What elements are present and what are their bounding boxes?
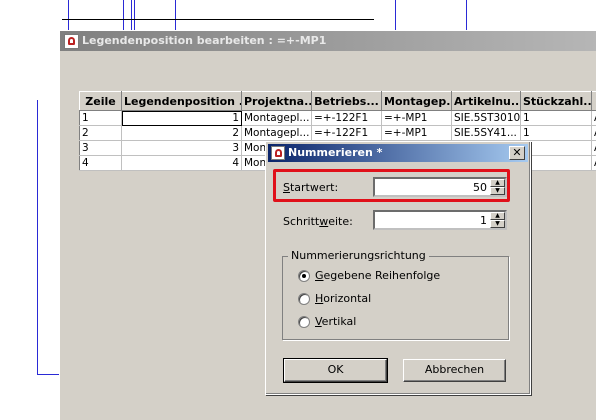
- table-header-row: Zeile Legendenposition ... Projektna... …: [80, 92, 596, 111]
- schrittweite-spinner[interactable]: ▲ ▼: [490, 212, 505, 228]
- table-cell[interactable]: Montagepl...: [242, 126, 312, 141]
- table-cell[interactable]: A: [592, 141, 596, 156]
- main-titlebar: Legendenposition bearbeiten : =+-MP1: [60, 31, 596, 51]
- schrittweite-label: Schrittweite:: [283, 215, 353, 228]
- table-cell[interactable]: 2: [80, 126, 122, 141]
- spin-up-icon[interactable]: ▲: [490, 212, 505, 220]
- radio-label[interactable]: Horizontal: [315, 292, 371, 305]
- radio-horizontal[interactable]: [298, 293, 310, 305]
- radio-label[interactable]: Vertikal: [315, 315, 356, 328]
- highlight-box: [273, 169, 510, 202]
- table-row[interactable]: 1 1 Montagepl... =+-122F1 =+-MP1 SIE.5ST…: [80, 111, 596, 126]
- dialog-title: Nummerieren *: [288, 146, 382, 159]
- table-cell[interactable]: =+-122F1: [312, 126, 382, 141]
- spin-down-icon[interactable]: ▼: [490, 220, 505, 228]
- table-cell[interactable]: SIE.5ST3010: [452, 111, 521, 126]
- table-cell[interactable]: 1: [80, 111, 122, 126]
- column-header[interactable]: Artikelnu...: [452, 92, 521, 111]
- dialog-titlebar[interactable]: Nummerieren * ✕: [268, 144, 528, 162]
- column-header[interactable]: Projektna...: [242, 92, 312, 111]
- main-window-title: Legendenposition bearbeiten : =+-MP1: [82, 34, 326, 47]
- ok-button[interactable]: OK: [284, 359, 387, 382]
- app-icon: [271, 146, 285, 160]
- column-header[interactable]: Montagep...: [382, 92, 452, 111]
- column-header[interactable]: I: [592, 92, 596, 111]
- table-cell[interactable]: =+-MP1: [382, 111, 452, 126]
- table-cell[interactable]: A: [592, 111, 596, 126]
- radio-vertikal[interactable]: [298, 316, 310, 328]
- column-header[interactable]: Stückzahl...: [521, 92, 592, 111]
- groupbox-label: Nummerierungsrichtung: [288, 249, 429, 262]
- table-cell[interactable]: 3: [122, 141, 242, 156]
- schrittweite-input[interactable]: 1: [373, 210, 507, 230]
- table-cell[interactable]: SIE.5SY41...: [452, 126, 521, 141]
- column-header[interactable]: Betriebs...: [312, 92, 382, 111]
- table-cell[interactable]: A: [592, 126, 596, 141]
- table-cell[interactable]: [521, 156, 592, 171]
- table-cell[interactable]: [521, 141, 592, 156]
- table-row[interactable]: 2 2 Montagepl... =+-122F1 =+-MP1 SIE.5SY…: [80, 126, 596, 141]
- table-cell[interactable]: A: [592, 156, 596, 171]
- table-cell[interactable]: 3: [80, 141, 122, 156]
- app-icon: [64, 34, 79, 49]
- table-cell[interactable]: 1: [521, 111, 592, 126]
- table-cell[interactable]: =+-MP1: [382, 126, 452, 141]
- close-icon[interactable]: ✕: [509, 146, 525, 160]
- radio-label[interactable]: Gegebene Reihenfolge: [315, 269, 440, 282]
- table-cell[interactable]: 2: [122, 126, 242, 141]
- column-header[interactable]: Zeile: [80, 92, 122, 111]
- table-cell[interactable]: Montagepl...: [242, 111, 312, 126]
- table-cell[interactable]: =+-122F1: [312, 111, 382, 126]
- radio-gegebene-reihenfolge[interactable]: [298, 270, 310, 282]
- table-cell[interactable]: 1: [122, 111, 242, 126]
- column-header[interactable]: Legendenposition ...: [122, 92, 242, 111]
- table-cell[interactable]: 4: [80, 156, 122, 171]
- table-cell[interactable]: 4: [122, 156, 242, 171]
- cancel-button[interactable]: Abbrechen: [403, 359, 506, 382]
- table-cell[interactable]: 1: [521, 126, 592, 141]
